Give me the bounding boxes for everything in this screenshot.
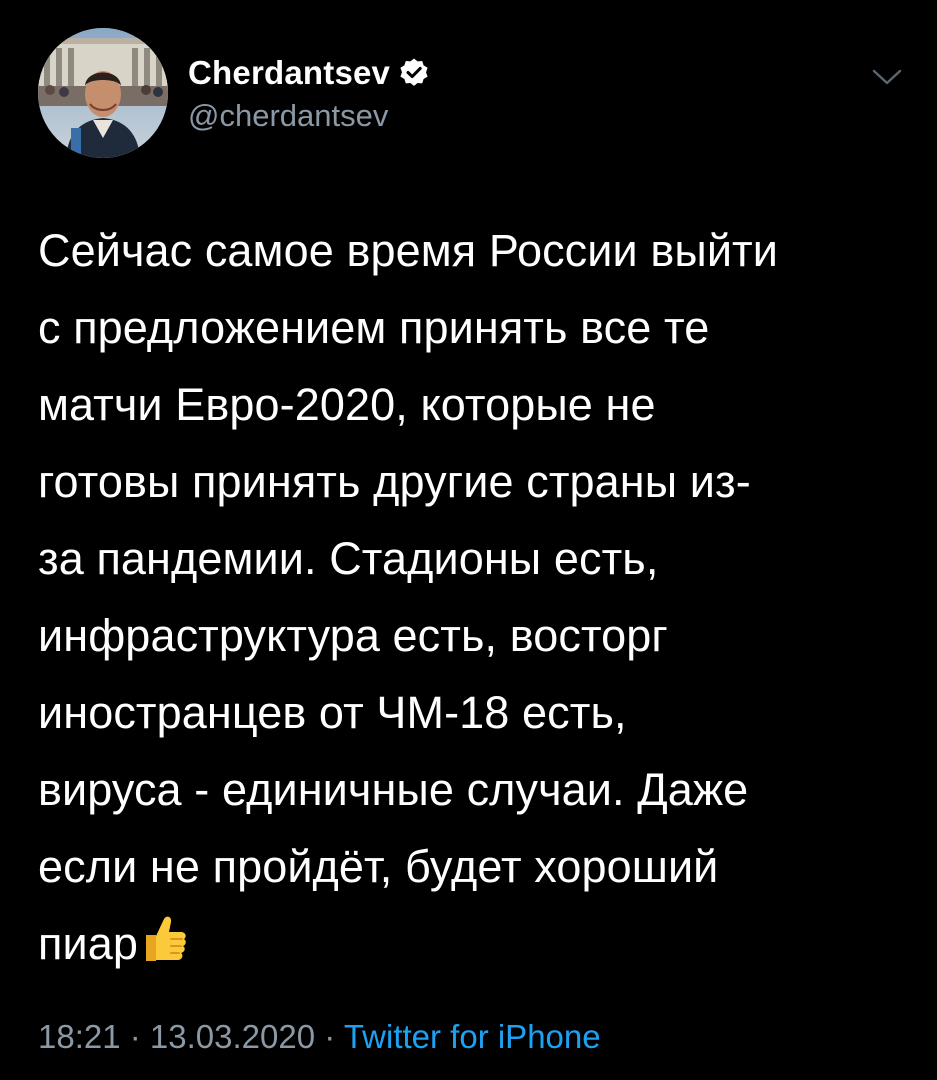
avatar-image [38,28,168,158]
tweet-date[interactable]: 13.03.2020 [150,1018,315,1055]
meta-separator: · [120,1018,150,1055]
tweet-body: Сейчас самое время России выйти с предло… [38,212,908,982]
tweet-meta: 18:21 · 13.03.2020 · Twitter for iPhone [38,1018,601,1056]
display-name-row: Cherdantsev [188,54,430,92]
thumbs-up-icon [138,911,188,963]
chevron-down-icon[interactable] [870,66,904,88]
verified-badge-icon [398,57,430,89]
display-name[interactable]: Cherdantsev [188,54,390,92]
tweet-text: Сейчас самое время России выйти с предло… [38,225,778,969]
author-names: Cherdantsev @cherdantsev [188,54,430,134]
avatar[interactable] [38,28,168,158]
tweet-card: Cherdantsev @cherdantsev Сейчас самое вр… [0,0,937,1080]
tweet-time[interactable]: 18:21 [38,1018,121,1055]
user-handle[interactable]: @cherdantsev [188,98,430,134]
tweet-header: Cherdantsev @cherdantsev [38,28,908,160]
meta-separator: · [315,1018,344,1055]
tweet-source-link[interactable]: Twitter for iPhone [344,1018,601,1055]
